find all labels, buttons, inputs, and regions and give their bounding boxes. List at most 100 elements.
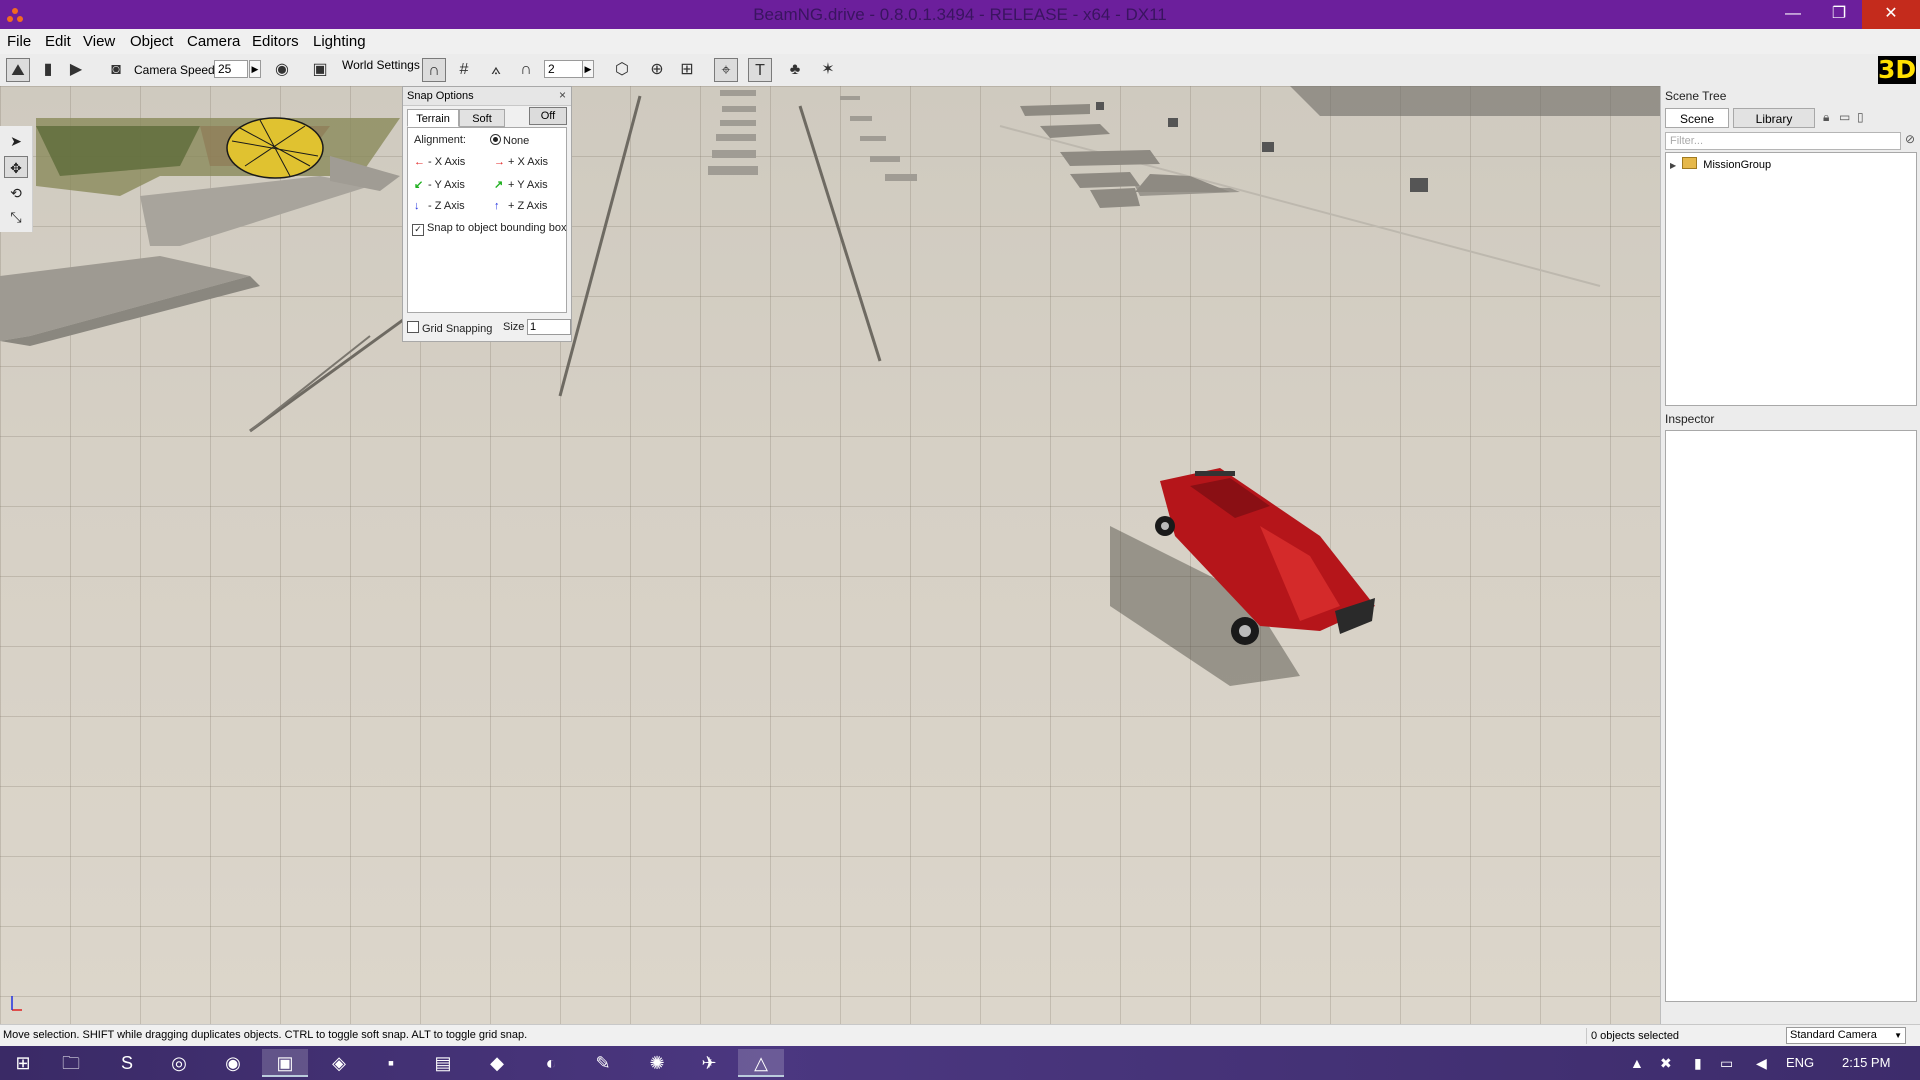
scene-tree-list: ▶ MissionGroup <box>1665 152 1917 406</box>
tray-clock[interactable]: 2:15 PM <box>1842 1055 1890 1070</box>
snap-bbox-checkbox[interactable]: ✓ Snap to object bounding box <box>412 222 566 236</box>
delete-icon[interactable]: ▯ <box>1857 110 1864 124</box>
checkbox-unchecked-icon <box>407 321 419 333</box>
app-orange-icon[interactable]: ✺ <box>634 1049 680 1077</box>
chrome-icon[interactable]: ◉ <box>210 1049 256 1077</box>
grid-snap-icon[interactable]: # <box>452 58 476 82</box>
neg-z-axis-option[interactable]: ↓ - Z Axis <box>414 200 465 212</box>
fit-selection-icon[interactable]: ⌖ <box>714 58 738 82</box>
chevron-down-icon: ▼ <box>1894 1031 1902 1040</box>
world-editor-icon[interactable]: ⛰ <box>6 58 30 82</box>
snap-off-button[interactable]: Off <box>529 107 567 125</box>
app-red-icon[interactable]: ◈ <box>316 1049 362 1077</box>
menu-bar: File Edit View Object Camera Editors Lig… <box>0 29 1920 55</box>
expand-arrow-icon[interactable]: ▶ <box>1670 161 1676 170</box>
select-arrow-icon[interactable]: ➤ <box>4 130 28 152</box>
terminal-icon[interactable]: ▪ <box>368 1049 414 1077</box>
menu-editors[interactable]: Editors <box>252 33 299 50</box>
neg-x-axis-option[interactable]: ← - X Axis <box>414 156 465 168</box>
steam-icon[interactable]: ◎ <box>156 1049 202 1077</box>
menu-view[interactable]: View <box>83 33 115 50</box>
snap-value-arrow-icon[interactable]: ▶ <box>582 60 594 78</box>
skype-icon[interactable]: S <box>104 1049 150 1077</box>
app-headset-icon[interactable]: ◐ <box>528 1049 574 1077</box>
app-green-icon[interactable]: ▣ <box>262 1049 308 1077</box>
neg-y-axis-option[interactable]: ↙ - Y Axis <box>414 178 465 191</box>
tab-scene[interactable]: Scene <box>1665 108 1729 128</box>
save-layout-icon[interactable]: ▮ <box>36 58 60 82</box>
maximize-button[interactable]: ❐ <box>1816 0 1862 29</box>
right-panel: Scene Tree Scene Library 🔒︎ ▭ ▯ Filter..… <box>1660 86 1920 1024</box>
scale-tool-icon[interactable]: ⤡ <box>4 206 28 228</box>
camera-speed-input[interactable]: 25 <box>214 60 248 78</box>
tray-language[interactable]: ENG <box>1786 1055 1814 1070</box>
neg-y-label: - Y Axis <box>428 179 465 191</box>
camera-icon[interactable]: ◙ <box>104 58 128 82</box>
visibility-eye-icon[interactable]: ◉ <box>270 58 294 82</box>
snap-options-close-icon[interactable]: × <box>559 88 566 102</box>
pos-x-axis-option[interactable]: → + X Axis <box>494 156 548 168</box>
camera-mode-select[interactable]: Standard Camera ▼ <box>1786 1027 1906 1044</box>
alignment-none-label: None <box>503 135 530 147</box>
menu-camera[interactable]: Camera <box>187 33 240 50</box>
app-plane-icon[interactable]: ✈ <box>686 1049 732 1077</box>
snap-magnet-icon[interactable]: ∩ <box>422 58 446 82</box>
alignment-none-radio[interactable]: None <box>490 134 529 147</box>
app-grid-icon[interactable]: ▤ <box>420 1049 466 1077</box>
windows-start-icon[interactable]: ⊞ <box>0 1049 46 1077</box>
screenshot-icon[interactable]: ▣ <box>308 58 332 82</box>
grid-transform-icon[interactable]: ⊞ <box>675 58 699 82</box>
camera-speed-arrow-icon[interactable]: ▶ <box>249 60 261 78</box>
object-icon[interactable]: ⬡ <box>610 58 634 82</box>
app-blue-icon[interactable]: ◆ <box>474 1049 520 1077</box>
beamng-taskbar-icon[interactable]: △ <box>738 1049 784 1077</box>
move-tool-icon[interactable]: ✥ <box>4 156 28 178</box>
scene-render <box>0 86 1660 1011</box>
tab-library[interactable]: Library <box>1733 108 1815 128</box>
new-folder-icon[interactable]: ▭ <box>1839 110 1850 124</box>
clear-filter-icon[interactable]: ⊘ <box>1905 132 1915 146</box>
pos-y-arrow-icon: ↗ <box>494 179 504 191</box>
snap-options-panel: Snap Options × Terrain Soft Off Alignmen… <box>402 86 572 342</box>
file-explorer-icon[interactable]: 🗀︎ <box>48 1049 94 1077</box>
play-icon[interactable]: ▶ <box>64 58 88 82</box>
tree-item-label: MissionGroup <box>1703 159 1772 171</box>
3d-viewport[interactable] <box>0 86 1660 1024</box>
center-icon[interactable]: ⊕ <box>645 58 669 82</box>
tray-expand-icon[interactable]: ▲ <box>1630 1055 1644 1071</box>
road-icon[interactable]: ✶ <box>816 58 840 82</box>
text-icon[interactable]: T <box>748 58 772 82</box>
grid-snapping-checkbox[interactable]: Grid Snapping <box>407 321 492 335</box>
tree-item-missiongroup[interactable]: ▶ MissionGroup <box>1670 157 1771 171</box>
rotate-tool-icon[interactable]: ⟲ <box>4 182 28 204</box>
terrain-snap-icon[interactable]: ⟑ <box>484 58 508 82</box>
snap-options-title: Snap Options <box>403 87 571 106</box>
grid-size-input[interactable]: 1 <box>527 319 571 335</box>
tab-soft[interactable]: Soft <box>459 109 505 127</box>
menu-file[interactable]: File <box>7 33 31 50</box>
tray-volume-icon[interactable]: ◀ <box>1756 1055 1767 1072</box>
close-button[interactable]: ✕ <box>1862 0 1920 29</box>
pos-z-axis-option[interactable]: ↑ + Z Axis <box>494 200 547 212</box>
pos-y-axis-option[interactable]: ↗ + Y Axis <box>494 178 548 191</box>
world-settings-label[interactable]: World Settings <box>342 58 420 72</box>
minimize-button[interactable]: — <box>1770 0 1816 29</box>
magnet-icon[interactable]: ∩ <box>514 58 538 82</box>
menu-edit[interactable]: Edit <box>45 33 71 50</box>
app-notepad-icon[interactable]: ✎ <box>580 1049 626 1077</box>
scene-filter-input[interactable]: Filter... <box>1665 132 1901 150</box>
selection-count: 0 objects selected <box>1586 1028 1781 1044</box>
menu-object[interactable]: Object <box>130 33 173 50</box>
3d-mode-badge[interactable]: 3D <box>1878 56 1916 84</box>
tray-network-icon[interactable]: ▭ <box>1720 1055 1733 1072</box>
pos-y-label: + Y Axis <box>508 179 548 191</box>
menu-lighting[interactable]: Lighting <box>313 33 366 50</box>
checkbox-checked-icon: ✓ <box>412 224 424 236</box>
inspector-body <box>1665 430 1917 1002</box>
tab-terrain[interactable]: Terrain <box>407 109 459 127</box>
tray-network-error-icon[interactable]: ✖ <box>1660 1055 1672 1072</box>
lock-icon[interactable]: 🔒︎ <box>1823 110 1829 125</box>
forest-icon[interactable]: ♣ <box>783 58 807 82</box>
tray-battery-icon[interactable]: ▮ <box>1694 1055 1702 1072</box>
pos-x-label: + X Axis <box>508 156 549 168</box>
